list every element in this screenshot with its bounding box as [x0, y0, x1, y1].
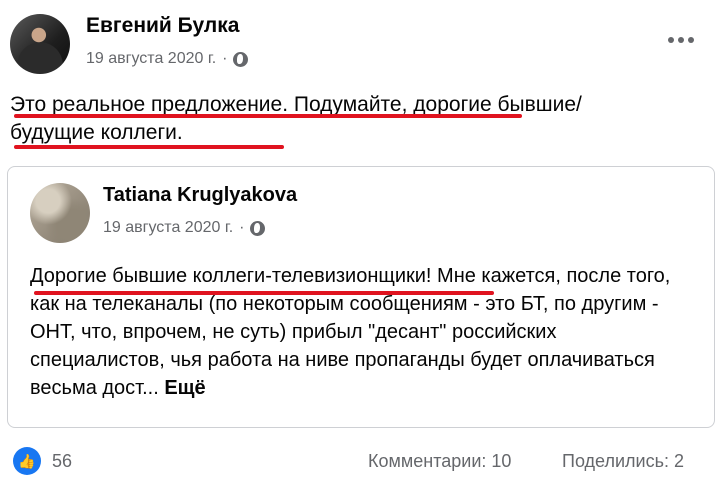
globe-icon — [233, 51, 249, 67]
shared-author-avatar[interactable] — [30, 183, 90, 243]
shared-post-text-block: Дорогие бывшие коллеги-телевизионщики! М… — [30, 262, 690, 402]
comments-link[interactable]: Комментарии: 10 — [368, 451, 511, 472]
shares-link[interactable]: Поделились: 2 — [562, 451, 684, 472]
post-text: Это реальное предложение. Подумайте, дор… — [10, 93, 582, 144]
author-avatar[interactable] — [10, 14, 70, 74]
highlight-underline — [34, 291, 494, 295]
post-date[interactable]: 19 августа 2020 г. — [86, 50, 216, 68]
reactions-count[interactable]: 56 — [52, 451, 72, 472]
highlight-underline — [14, 114, 522, 118]
shared-post-text: Дорогие бывшие коллеги-телевизионщики! М… — [30, 265, 671, 399]
shared-post-date[interactable]: 19 августа 2020 г. — [103, 219, 233, 237]
shared-post-meta: 19 августа 2020 г. · — [103, 219, 266, 237]
meta-separator: · — [222, 50, 228, 67]
meta-separator: · — [239, 219, 245, 236]
see-more-link[interactable]: Ещё — [164, 377, 205, 399]
like-icon[interactable]: 👍 — [13, 447, 41, 475]
more-options-icon[interactable] — [668, 32, 698, 48]
post-meta: 19 августа 2020 г. · — [86, 50, 249, 68]
shared-author-name[interactable]: Tatiana Kruglyakova — [103, 184, 297, 207]
author-name[interactable]: Евгений Булка — [86, 14, 239, 38]
globe-icon — [250, 220, 266, 236]
highlight-underline — [14, 145, 284, 149]
